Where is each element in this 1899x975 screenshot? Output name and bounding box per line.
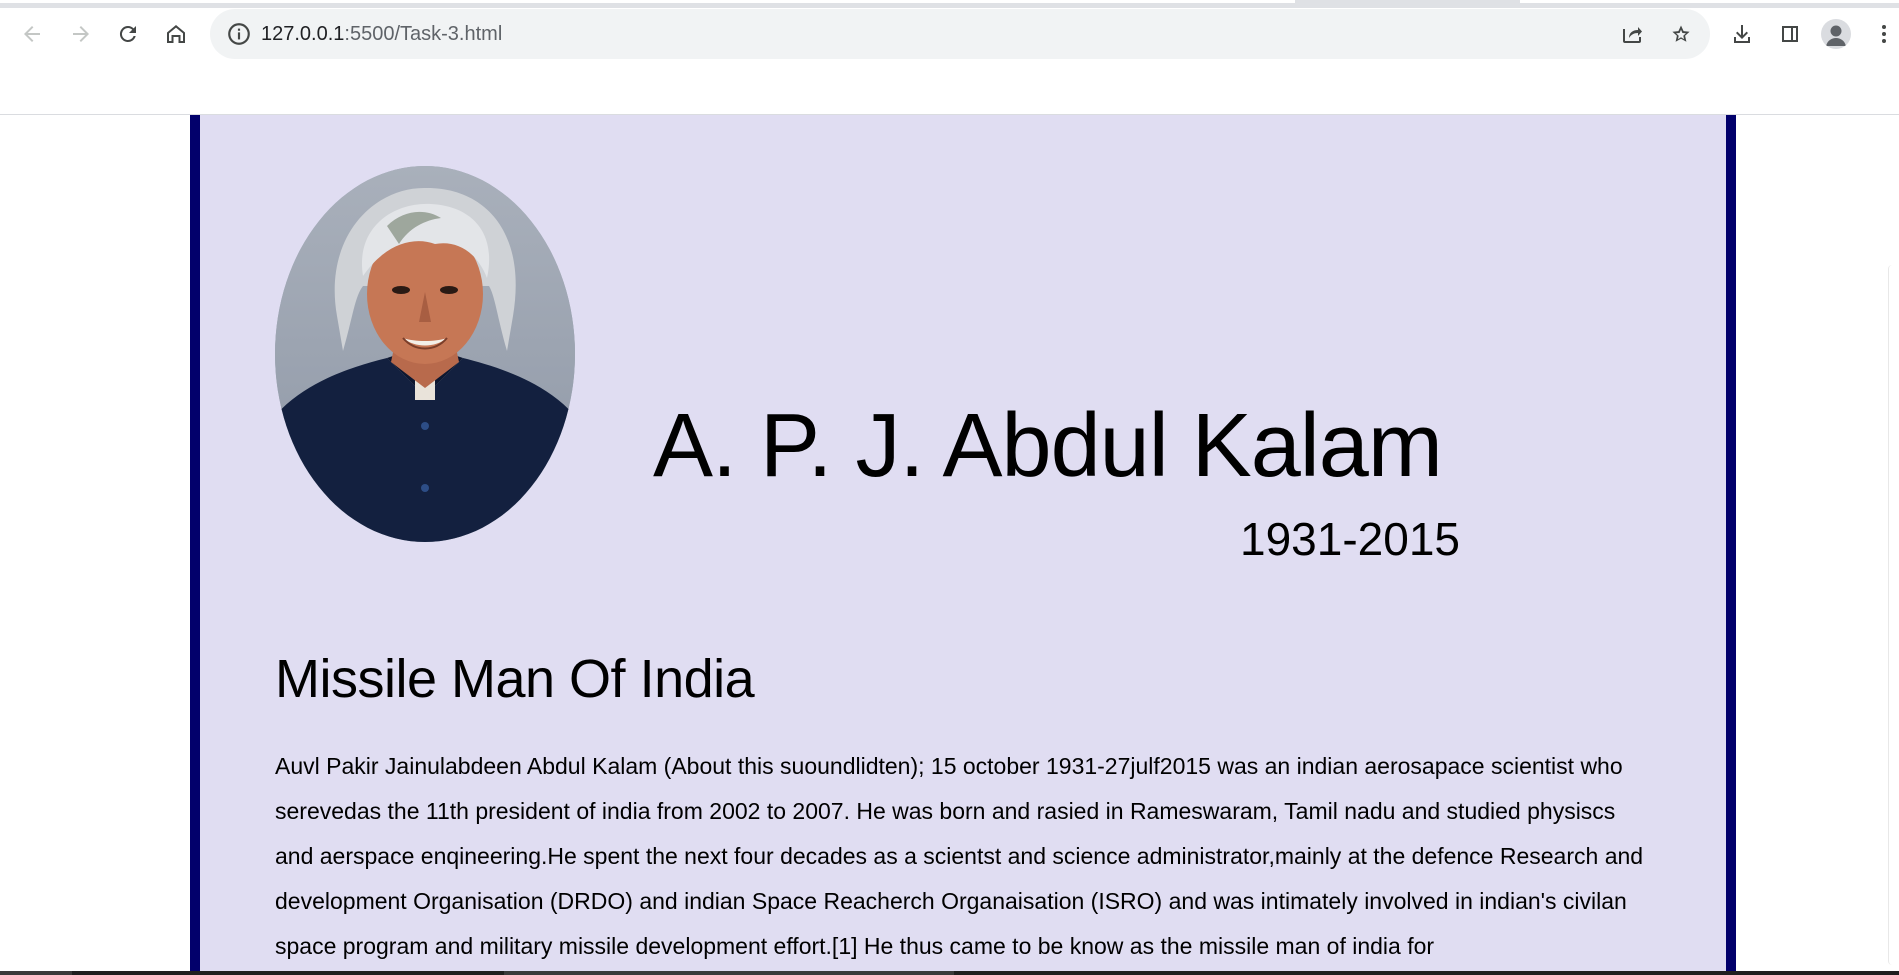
bookmark-button[interactable] <box>1662 15 1700 53</box>
reload-icon <box>119 25 136 42</box>
profile-icon <box>1826 25 1846 46</box>
browser-menu-button[interactable] <box>1869 14 1899 54</box>
tab-strip-segment <box>1520 0 1899 3</box>
url-path: :5500/Task-3.html <box>344 23 503 45</box>
page-viewport: A. P. J. Abdul Kalam 1931-2015 Missile M… <box>0 115 1899 971</box>
taskbar-item <box>504 971 954 975</box>
tab-strip-segment <box>0 0 1295 3</box>
section-title: Missile Man Of India <box>275 649 755 709</box>
biography-paragraph: Auvl Pakir Jainulabdeen Abdul Kalam (Abo… <box>275 753 1644 959</box>
tab-strip <box>0 0 1899 8</box>
download-icon <box>1734 25 1750 43</box>
arrow-right-icon <box>73 26 89 42</box>
profile-button[interactable] <box>1821 19 1851 49</box>
kebab-menu-icon <box>1882 25 1886 43</box>
person-name: A. P. J. Abdul Kalam <box>653 396 1443 496</box>
arrow-left-icon <box>24 26 40 42</box>
life-years: 1931-2015 <box>1240 513 1460 565</box>
profile-card: A. P. J. Abdul Kalam 1931-2015 Missile M… <box>190 115 1736 971</box>
page-scrollbar[interactable] <box>1885 115 1899 971</box>
scrollbar-thumb[interactable] <box>1888 265 1897 965</box>
url-text[interactable]: 127.0.0.1:5500/Task-3.html <box>261 23 502 46</box>
reload-button[interactable] <box>108 14 148 54</box>
portrait-illustration <box>275 166 575 542</box>
taskbar-edge <box>0 971 1899 975</box>
side-panel-button[interactable] <box>1770 14 1810 54</box>
portrait-image <box>275 166 575 542</box>
star-icon <box>1672 25 1690 42</box>
share-icon <box>1623 27 1642 43</box>
browser-toolbar: 127.0.0.1:5500/Task-3.html <box>0 0 1899 115</box>
downloads-button[interactable] <box>1722 14 1762 54</box>
home-button[interactable] <box>156 14 196 54</box>
forward-button[interactable] <box>61 14 101 54</box>
side-panel-icon <box>1782 26 1798 42</box>
address-bar[interactable]: 127.0.0.1:5500/Task-3.html <box>210 9 1710 59</box>
back-button[interactable] <box>12 14 52 54</box>
taskbar-item <box>0 971 72 975</box>
info-icon[interactable] <box>226 21 252 47</box>
url-host: 127.0.0.1 <box>261 23 345 45</box>
share-button[interactable] <box>1613 15 1651 53</box>
home-icon <box>167 25 185 43</box>
